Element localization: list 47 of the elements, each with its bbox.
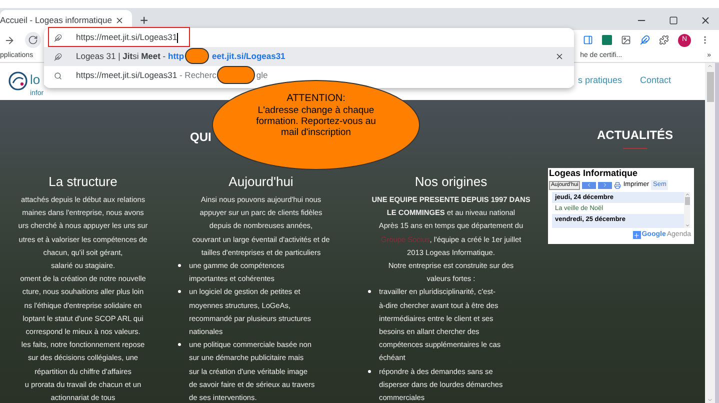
- suggestion-title: gle: [256, 69, 268, 82]
- close-icon[interactable]: [115, 16, 124, 24]
- browser-tab[interactable]: Accueil - Logeas informatique: [0, 10, 132, 30]
- page-scrollbar[interactable]: [705, 63, 715, 403]
- suggestion-title: Logeas 31 | Jitsi Meet -: [76, 50, 167, 63]
- calendar-scrollbar[interactable]: [684, 192, 690, 228]
- panel-icon[interactable]: [583, 35, 593, 45]
- nav-link[interactable]: s pratiques: [578, 74, 622, 88]
- logo-text: lo: [30, 73, 40, 87]
- remove-icon[interactable]: [555, 52, 564, 61]
- printer-icon[interactable]: [614, 182, 622, 188]
- column-heading: La structure: [48, 174, 118, 190]
- next-button[interactable]: [598, 182, 612, 188]
- forward-icon[interactable]: [4, 34, 15, 46]
- puzzle-icon[interactable]: [659, 35, 669, 45]
- section-heading: QUI: [190, 129, 212, 146]
- column-heading: Aujourd'hui: [228, 174, 294, 190]
- feather-icon: [54, 34, 62, 42]
- suggestion-url: eet.jit.si/Logeas31: [212, 50, 286, 63]
- suggestion-title: https://meet.jit.si/Logeas31 - Recherc: [76, 69, 216, 82]
- callout-bubble: [217, 66, 256, 84]
- reload-button[interactable]: [25, 32, 41, 48]
- close-icon[interactable]: [700, 15, 711, 26]
- suggestion-row[interactable]: https://meet.jit.si/Logeas31 - Recherc gle: [44, 66, 574, 85]
- logo-icon: [8, 70, 28, 90]
- suggestion-url: http: [168, 50, 184, 63]
- image-icon[interactable]: [621, 35, 631, 45]
- search-icon: [54, 72, 62, 80]
- feather-icon: [54, 52, 62, 60]
- calendar-title: Logeas Informatique: [549, 168, 639, 179]
- callout-bubble: [185, 48, 210, 64]
- nav-link[interactable]: Contact: [640, 74, 671, 88]
- suggestion-row[interactable]: Logeas 31 | Jitsi Meet - http eet.jit.si/Logeas31: [44, 47, 574, 66]
- address-field[interactable]: https://meet.jit.si/Logeas31: [44, 28, 574, 47]
- previous-button[interactable]: [582, 182, 596, 188]
- new-tab-button[interactable]: +: [140, 13, 148, 27]
- reload-icon: [28, 35, 38, 45]
- section-heading: ACTUALITÉS: [597, 126, 673, 144]
- callout-title: ATTENTION:: [286, 93, 346, 105]
- scroll-down-icon[interactable]: [684, 223, 690, 228]
- scrollbar-thumb[interactable]: [706, 72, 714, 102]
- scroll-up-icon[interactable]: [684, 192, 690, 197]
- maximize-icon[interactable]: [669, 16, 678, 25]
- add-button[interactable]: [632, 231, 641, 240]
- feather-icon[interactable]: [640, 35, 650, 45]
- column-heading: Nos origines: [414, 174, 488, 190]
- callout-text: L'adresse change à chaque formation. Reportez-vous au mail d'inscription: [256, 105, 376, 138]
